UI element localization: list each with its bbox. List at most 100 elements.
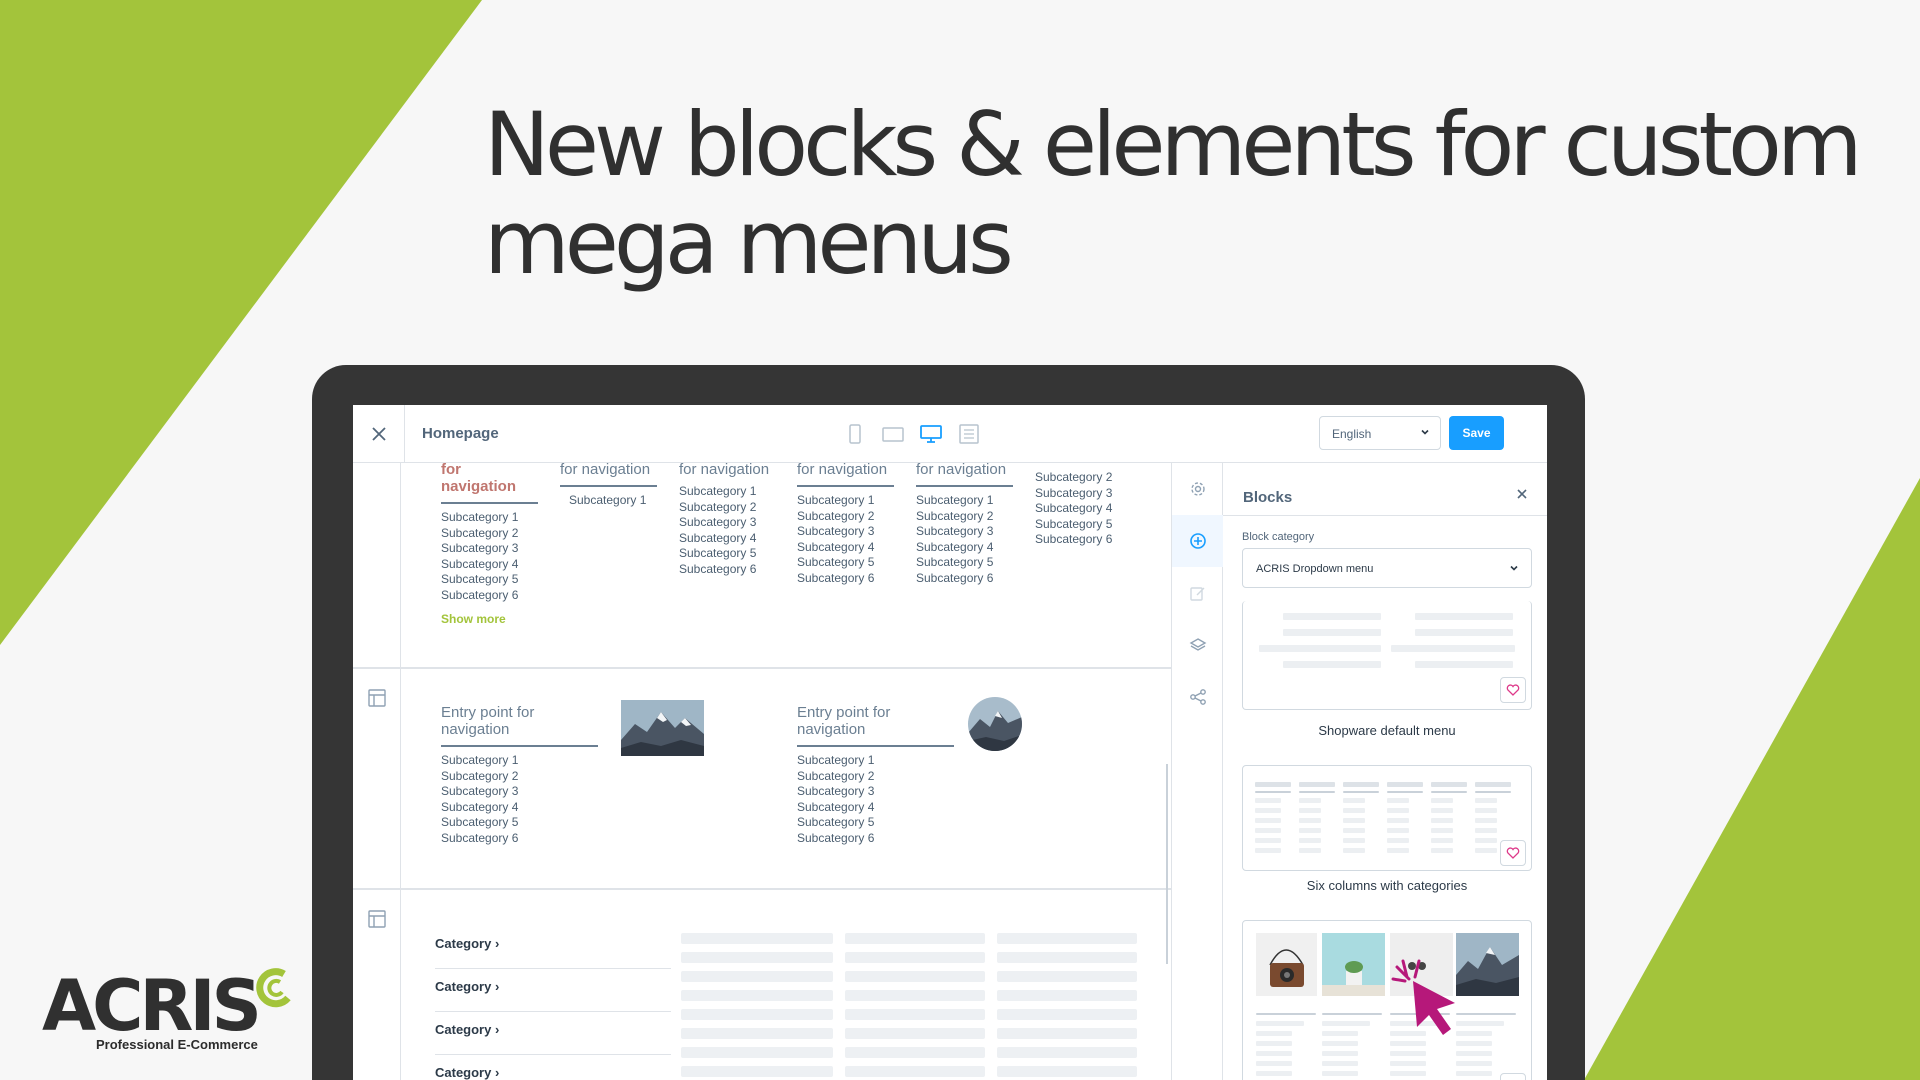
category-row[interactable]: Category › [435, 1055, 671, 1080]
subcategory[interactable]: Subcategory 6 [1035, 532, 1132, 548]
subcategory[interactable]: Subcategory 4 [797, 540, 894, 556]
skeleton-bar [1387, 848, 1409, 853]
subcategory[interactable]: Subcategory 1 [797, 493, 894, 509]
subcategory[interactable]: Subcategory 4 [1035, 501, 1132, 517]
block-card-image-columns[interactable] [1242, 920, 1532, 1080]
settings-tab[interactable] [1172, 463, 1224, 515]
layout-icon[interactable] [368, 689, 386, 707]
subcategory[interactable]: Subcategory 5 [797, 555, 894, 571]
subcategory[interactable]: Subcategory 3 [797, 524, 894, 540]
skeleton-bar [1256, 1013, 1316, 1015]
device-switcher [843, 423, 981, 445]
favorite-button[interactable] [1500, 840, 1526, 866]
subcategory[interactable]: Subcategory 5 [1035, 517, 1132, 533]
subcategory[interactable]: Subcategory 1 [916, 493, 1013, 509]
layers-tab[interactable] [1172, 619, 1224, 671]
subcategory[interactable]: Subcategory 6 [797, 571, 894, 587]
subcategory[interactable]: Subcategory 1 [679, 484, 776, 500]
subcategory[interactable]: Subcategory 6 [797, 831, 954, 847]
heart-icon [1506, 847, 1520, 859]
share-tab[interactable] [1172, 671, 1224, 723]
subcategory[interactable]: Subcategory 2 [916, 509, 1013, 525]
subcategory[interactable]: Subcategory 2 [797, 769, 954, 785]
category-row[interactable]: Category › [435, 1012, 671, 1055]
subcategory[interactable]: Subcategory 3 [441, 784, 598, 800]
subcategory[interactable]: Subcategory 2 [441, 526, 538, 542]
category-label: Category [435, 1065, 492, 1080]
close-editor-button[interactable] [353, 405, 405, 463]
show-more-link[interactable]: Show more [441, 612, 538, 626]
category-row[interactable]: Category › [435, 926, 671, 969]
subcategory[interactable]: Subcategory 2 [797, 509, 894, 525]
column-heading: for navigation [797, 461, 888, 478]
subcategory[interactable]: Subcategory 2 [441, 769, 598, 785]
column-rule [797, 485, 894, 487]
category-row[interactable]: Category › [435, 969, 671, 1012]
skeleton-bar [845, 1066, 985, 1077]
subcategory[interactable]: Subcategory 3 [916, 524, 1013, 540]
mobile-view-button[interactable] [843, 423, 867, 445]
subcategory[interactable]: Subcategory 5 [679, 546, 776, 562]
skeleton-bar [1255, 838, 1281, 843]
canvas-scrollbar[interactable] [1166, 764, 1168, 964]
category-label: Category [435, 979, 492, 994]
page-canvas: for navigation Subcategory 1 Subcategory… [353, 461, 1171, 1080]
category-label: Category [435, 1022, 492, 1037]
favorite-button[interactable] [1500, 1073, 1526, 1080]
subcategory[interactable]: Subcategory 4 [441, 557, 538, 573]
favorite-button[interactable] [1500, 677, 1526, 703]
skeleton-bar [845, 1047, 985, 1058]
subcategory[interactable]: Subcategory 2 [679, 500, 776, 516]
subcategory[interactable]: Subcategory 4 [679, 531, 776, 547]
chevron-right-icon: › [494, 979, 500, 994]
language-value: English [1332, 427, 1372, 441]
edit-tab[interactable] [1172, 567, 1224, 619]
subcategory[interactable]: Subcategory 6 [679, 562, 776, 578]
close-icon[interactable] [1516, 488, 1528, 500]
layout-icon[interactable] [368, 910, 386, 928]
save-button[interactable]: Save [1449, 416, 1504, 450]
subcategory[interactable]: Subcategory 1 [441, 510, 538, 526]
skeleton-bar [1322, 1071, 1358, 1076]
skeleton-bar [681, 1066, 833, 1077]
subcategory[interactable]: Subcategory 6 [916, 571, 1013, 587]
block-card-shopware-default[interactable] [1242, 601, 1532, 710]
language-select[interactable]: English [1319, 416, 1441, 450]
skeleton-bar [1299, 798, 1321, 803]
entry-point-column: Entry point for navigation Subcategory 1… [441, 704, 598, 847]
subcategory[interactable]: Subcategory 1 [441, 753, 598, 769]
subcategory[interactable]: Subcategory 2 [1035, 470, 1132, 486]
tablet-view-button[interactable] [881, 423, 905, 445]
add-blocks-tab[interactable] [1172, 515, 1224, 567]
subcategory[interactable]: Subcategory 5 [441, 572, 538, 588]
skeleton-bar [1387, 782, 1423, 787]
subcategory[interactable]: Subcategory 4 [916, 540, 1013, 556]
skeleton-bar [1343, 828, 1365, 833]
skeleton-bar [997, 933, 1137, 944]
nav-column: for navigation Subcategory 1 Subcategory… [797, 461, 894, 587]
list-view-button[interactable] [957, 423, 981, 445]
desktop-view-button[interactable] [919, 423, 943, 445]
subcategory[interactable]: Subcategory 1 [560, 493, 657, 509]
block-card-six-columns[interactable] [1242, 765, 1532, 871]
subcategory[interactable]: Subcategory 1 [797, 753, 954, 769]
subcategory[interactable]: Subcategory 6 [441, 831, 598, 847]
subcategory[interactable]: Subcategory 5 [441, 815, 598, 831]
skeleton-bar [1256, 1051, 1292, 1056]
block-category-select[interactable]: ACRIS Dropdown menu [1242, 548, 1532, 588]
subcategory[interactable]: Subcategory 5 [916, 555, 1013, 571]
skeleton-bar [1390, 1041, 1426, 1046]
tablet-icon [882, 427, 904, 442]
close-icon [371, 427, 386, 441]
subcategory[interactable]: Subcategory 5 [797, 815, 954, 831]
subcategory[interactable]: Subcategory 3 [797, 784, 954, 800]
skeleton-bar [681, 952, 833, 963]
subcategory[interactable]: Subcategory 6 [441, 588, 538, 604]
subcategory[interactable]: Subcategory 3 [441, 541, 538, 557]
panel-title: Blocks [1243, 489, 1293, 506]
subcategory[interactable]: Subcategory 4 [441, 800, 598, 816]
skeleton-bar [1475, 848, 1497, 853]
subcategory[interactable]: Subcategory 3 [1035, 486, 1132, 502]
subcategory[interactable]: Subcategory 4 [797, 800, 954, 816]
subcategory[interactable]: Subcategory 3 [679, 515, 776, 531]
